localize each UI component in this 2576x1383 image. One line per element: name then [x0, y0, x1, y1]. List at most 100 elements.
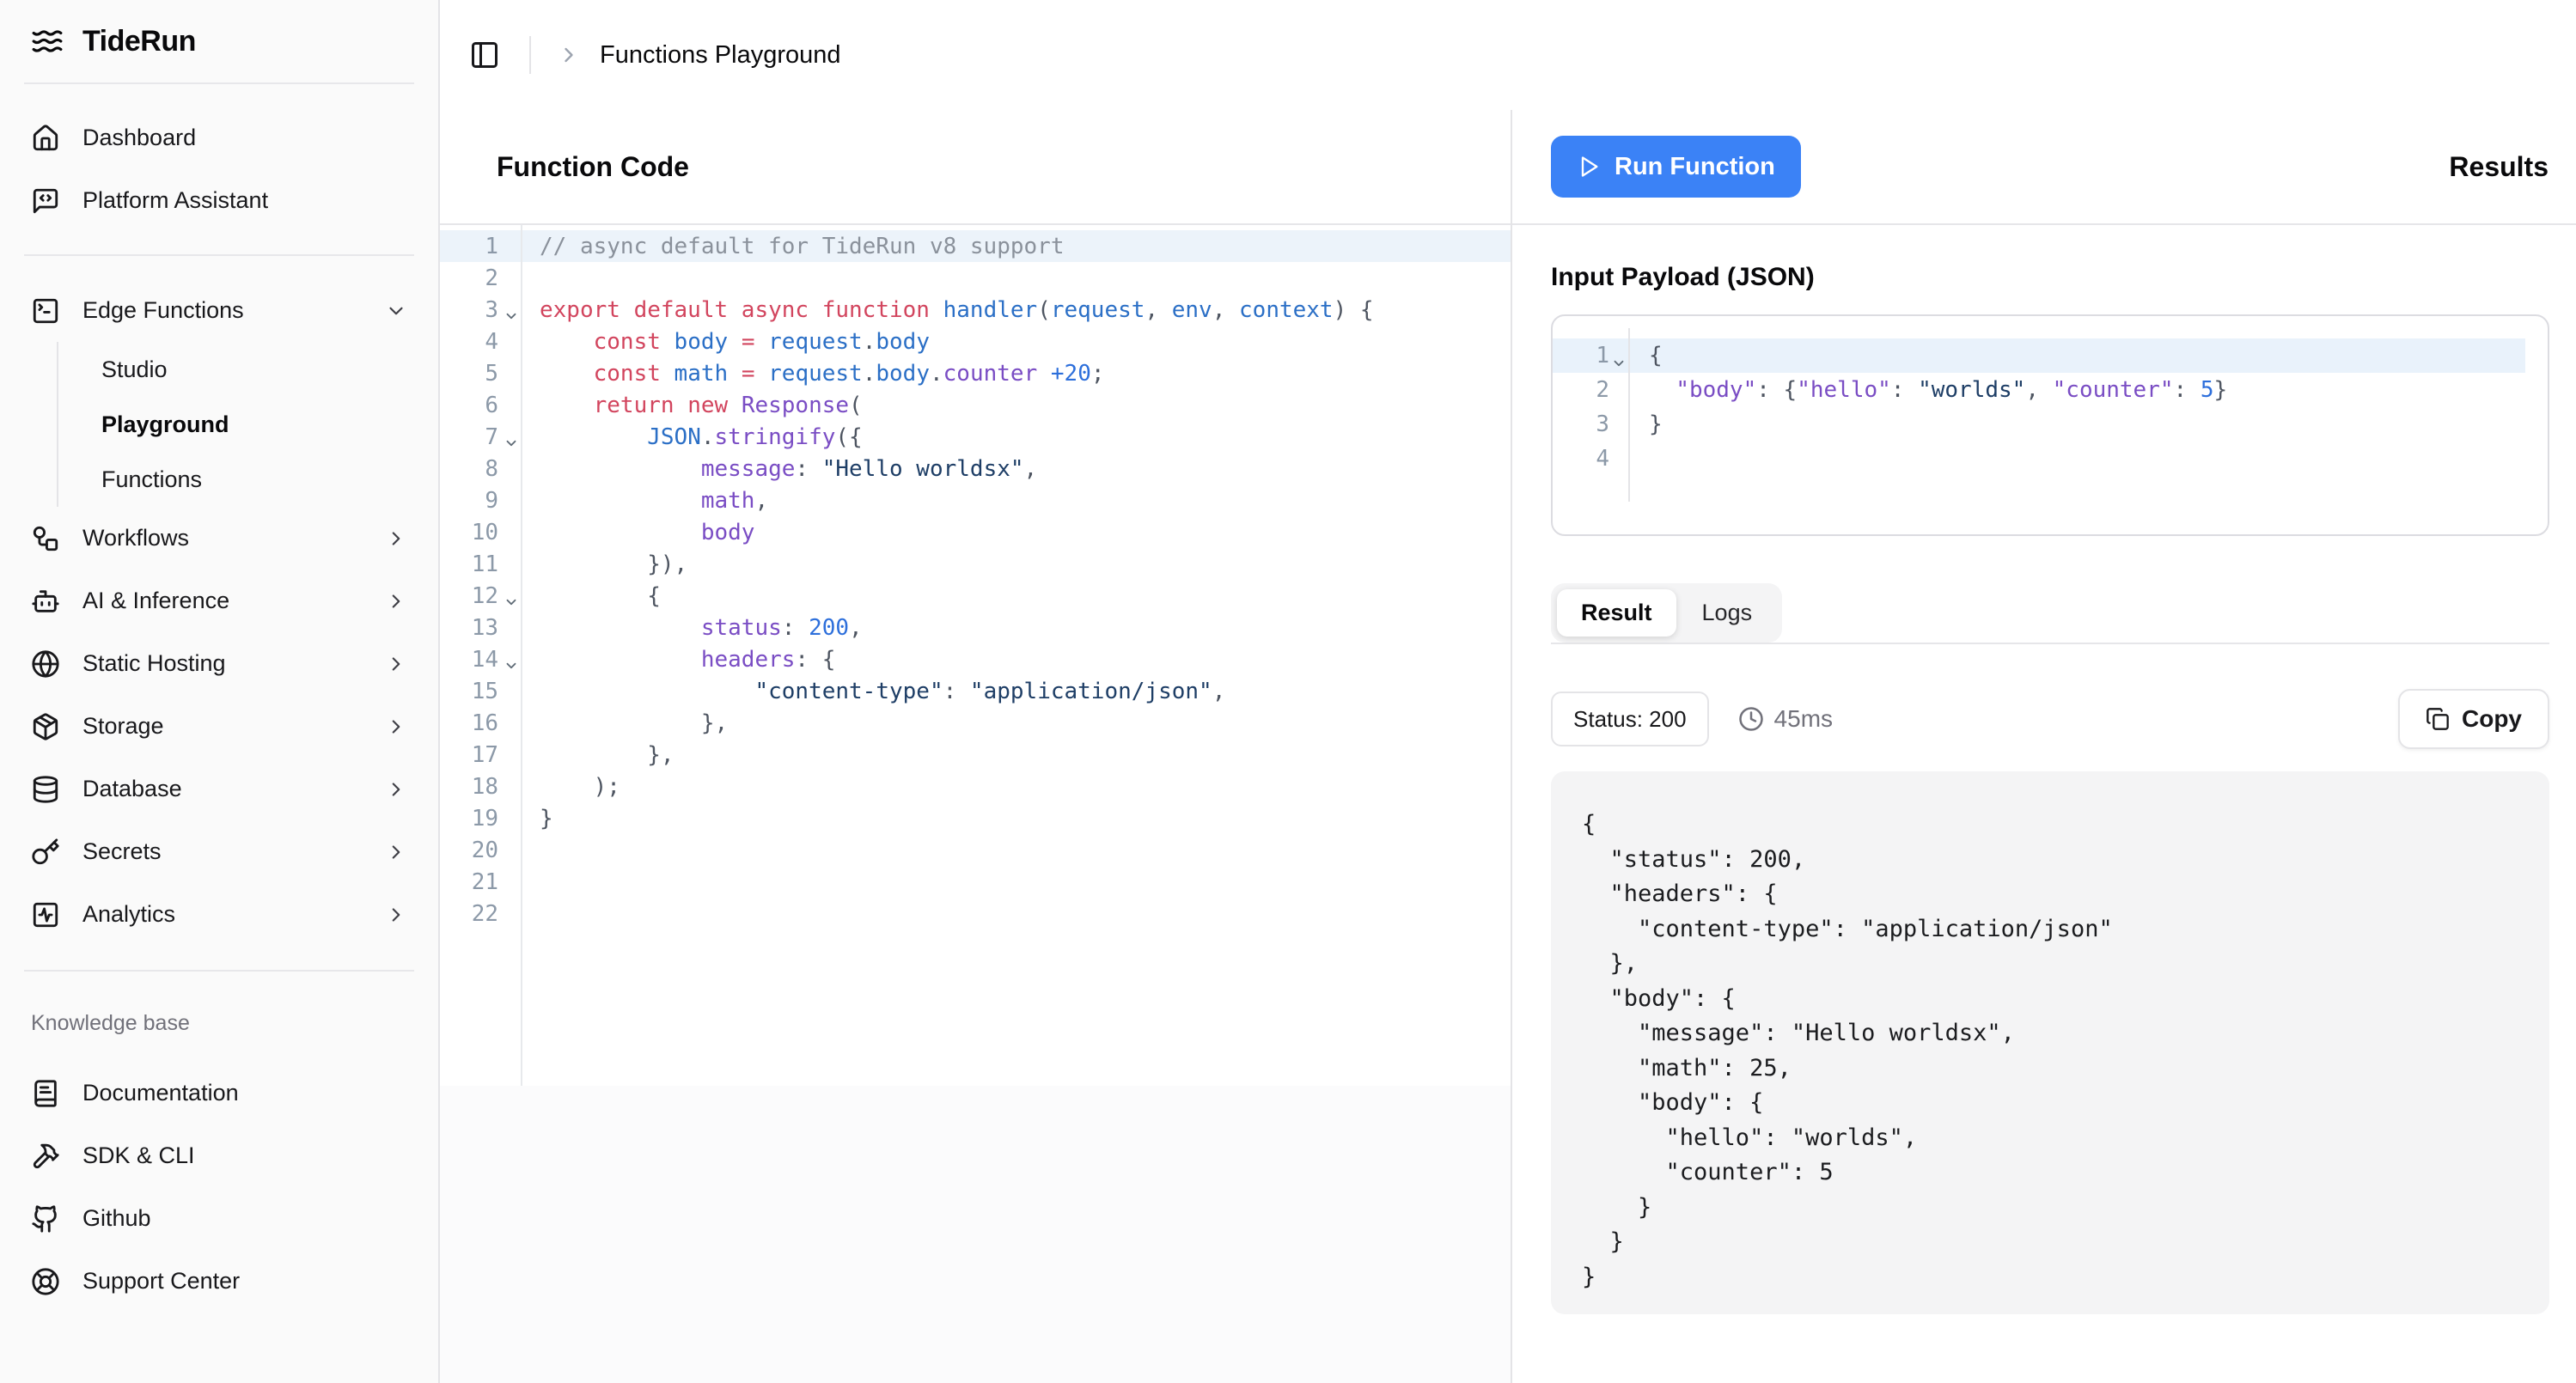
sidebar-item-studio[interactable]: Studio — [58, 342, 438, 397]
sidebar-nav-knowledge-base: Documentation SDK & CLI Github Support C… — [0, 1062, 438, 1313]
fold-chevron-icon[interactable] — [504, 594, 519, 610]
sidebar-item-analytics[interactable]: Analytics — [0, 883, 438, 946]
code-line[interactable]: 2 — [440, 262, 1511, 294]
code-line[interactable]: 16 }, — [440, 707, 1511, 739]
copy-button[interactable]: Copy — [2398, 689, 2549, 749]
function-code-header: Function Code — [440, 110, 1511, 225]
code-line[interactable]: 5 const math = request.body.counter +20; — [440, 357, 1511, 389]
code-line-content: } — [521, 806, 553, 832]
code-line[interactable]: 13 status: 200, — [440, 612, 1511, 643]
code-line[interactable]: 14 headers: { — [440, 643, 1511, 675]
sidebar-nav-top: Dashboard Platform Assistant — [0, 84, 438, 254]
hammer-icon — [31, 1142, 60, 1171]
sidebar-item-database[interactable]: Database — [0, 758, 438, 820]
code-line[interactable]: 1{ — [1553, 338, 2525, 373]
chevron-right-icon[interactable] — [385, 527, 407, 550]
panes: Function Code 1// async default for Tide… — [440, 110, 2576, 1383]
chevron-right-icon[interactable] — [385, 778, 407, 801]
code-line[interactable]: 1// async default for TideRun v8 support — [440, 230, 1511, 262]
fold-chevron-icon[interactable] — [504, 308, 519, 324]
sidebar-item-github[interactable]: Github — [0, 1187, 438, 1250]
status-badge: Status: 200 — [1551, 692, 1709, 746]
results-tabs-row: Result Logs — [1551, 576, 2549, 644]
fold-chevron-icon[interactable] — [504, 658, 519, 673]
function-code-pane: Function Code 1// async default for Tide… — [440, 110, 1512, 1383]
chevron-right-icon[interactable] — [385, 716, 407, 738]
code-line[interactable]: 4 — [1553, 442, 2525, 476]
code-line[interactable]: 9 math, — [440, 484, 1511, 516]
chevron-down-icon[interactable] — [385, 300, 407, 322]
chevron-right-icon[interactable] — [385, 590, 407, 612]
code-line[interactable]: 19} — [440, 802, 1511, 834]
code-line[interactable]: 4 const body = request.body — [440, 326, 1511, 357]
waves-logo-icon — [31, 25, 64, 58]
package-icon — [31, 712, 60, 741]
sidebar-item-label: Analytics — [82, 901, 175, 928]
message-code-icon — [31, 186, 60, 216]
line-number: 7 — [440, 424, 521, 450]
sidebar-item-playground[interactable]: Playground — [58, 397, 438, 452]
sidebar-item-static-hosting[interactable]: Static Hosting — [0, 632, 438, 695]
code-line[interactable]: 6 return new Response( — [440, 389, 1511, 421]
line-number: 10 — [440, 520, 521, 545]
code-line[interactable]: 10 body — [440, 516, 1511, 548]
sidebar-item-dashboard[interactable]: Dashboard — [0, 107, 438, 169]
breadcrumb: Functions Playground — [600, 41, 841, 70]
code-line[interactable]: 21 — [440, 866, 1511, 898]
line-number: 2 — [440, 265, 521, 291]
line-number: 1 — [440, 234, 521, 259]
code-line[interactable]: 3} — [1553, 407, 2525, 442]
code-line[interactable]: 18 ); — [440, 771, 1511, 802]
code-line[interactable]: 15 "content-type": "application/json", — [440, 675, 1511, 707]
line-number: 9 — [440, 488, 521, 514]
brand-row: TideRun — [0, 0, 438, 82]
run-function-button[interactable]: Run Function — [1551, 136, 1801, 198]
chevron-right-icon[interactable] — [385, 841, 407, 863]
globe-icon — [31, 649, 60, 679]
line-number: 18 — [440, 774, 521, 800]
code-line[interactable]: 17 }, — [440, 739, 1511, 771]
input-payload-editor[interactable]: 1{2 "body": {"hello": "worlds", "counter… — [1551, 314, 2549, 536]
topbar: Functions Playground — [440, 0, 2576, 110]
code-line[interactable]: 2 "body": {"hello": "worlds", "counter":… — [1553, 373, 2525, 407]
code-line[interactable]: 8 message: "Hello worldsx", — [440, 453, 1511, 484]
sidebar-item-ai-inference[interactable]: AI & Inference — [0, 570, 438, 632]
bot-icon — [31, 587, 60, 616]
fold-chevron-icon[interactable] — [1611, 356, 1627, 371]
sidebar-item-storage[interactable]: Storage — [0, 695, 438, 758]
tab-result[interactable]: Result — [1557, 589, 1676, 637]
sidebar-item-edge-functions[interactable]: Edge Functions — [0, 279, 438, 342]
sidebar-toggle-button[interactable] — [469, 38, 504, 72]
line-number: 16 — [440, 710, 521, 736]
copy-icon — [2426, 707, 2450, 731]
code-line[interactable]: 20 — [440, 834, 1511, 866]
tab-logs[interactable]: Logs — [1678, 589, 1777, 637]
line-number: 22 — [440, 901, 521, 927]
sidebar-item-sdk-cli[interactable]: SDK & CLI — [0, 1124, 438, 1187]
sidebar-item-functions[interactable]: Functions — [58, 452, 438, 507]
code-line-content: const body = request.body — [521, 329, 930, 355]
sidebar-item-workflows[interactable]: Workflows — [0, 507, 438, 570]
code-line[interactable]: 22 — [440, 898, 1511, 929]
code-line[interactable]: 7 JSON.stringify({ — [440, 421, 1511, 453]
chevron-right-icon[interactable] — [385, 904, 407, 926]
home-icon — [31, 124, 60, 153]
code-line-content: const math = request.body.counter +20; — [521, 361, 1105, 387]
sidebar-item-secrets[interactable]: Secrets — [0, 820, 438, 883]
code-line[interactable]: 11 }), — [440, 548, 1511, 580]
function-code-editor[interactable]: 1// async default for TideRun v8 support… — [440, 225, 1511, 1086]
chevron-right-icon[interactable] — [385, 653, 407, 675]
code-line-content: "content-type": "application/json", — [521, 679, 1225, 704]
code-line[interactable]: 3export default async function handler(r… — [440, 294, 1511, 326]
sidebar-item-support-center[interactable]: Support Center — [0, 1250, 438, 1313]
sidebar-item-label: Support Center — [82, 1268, 240, 1295]
copy-label: Copy — [2462, 705, 2522, 733]
code-line[interactable]: 12 { — [440, 580, 1511, 612]
result-output: { "status": 200, "headers": { "content-t… — [1551, 771, 2549, 1314]
github-icon — [31, 1204, 60, 1234]
code-line-content: "body": {"hello": "worlds", "counter": 5… — [1628, 377, 2227, 403]
sidebar-item-label: Documentation — [82, 1080, 239, 1106]
fold-chevron-icon[interactable] — [504, 436, 519, 451]
sidebar-item-platform-assistant[interactable]: Platform Assistant — [0, 169, 438, 232]
sidebar-item-documentation[interactable]: Documentation — [0, 1062, 438, 1124]
